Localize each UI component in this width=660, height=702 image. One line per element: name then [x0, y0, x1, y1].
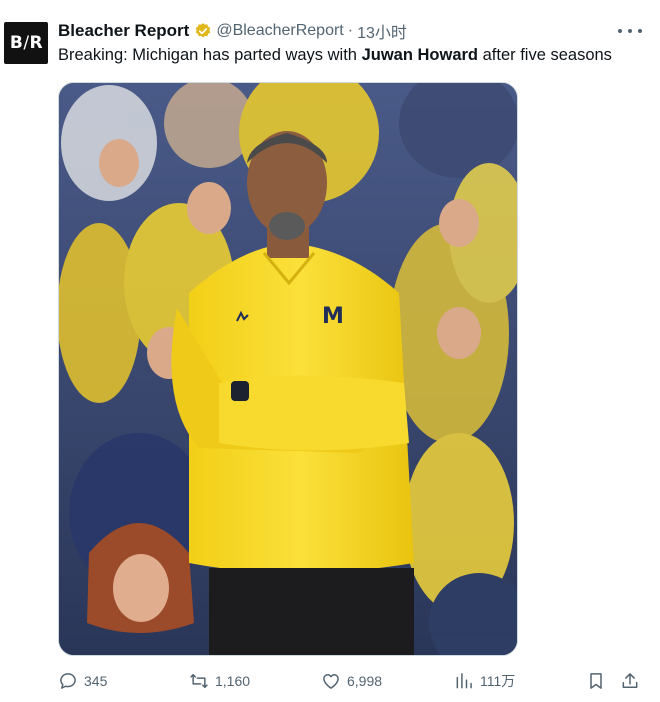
retweet-icon — [190, 674, 208, 688]
share-button[interactable] — [620, 668, 640, 694]
heart-icon — [323, 674, 339, 689]
more-dot — [628, 29, 632, 33]
author-name[interactable]: Bleacher Report — [58, 21, 189, 41]
reply-count: 345 — [84, 673, 108, 689]
separator-dot: · — [347, 22, 354, 39]
retweet-count: 1,160 — [215, 673, 251, 689]
tweet-header: Bleacher Report @BleacherReport · 13小时 — [58, 20, 407, 42]
views-count: 111万 — [480, 673, 516, 689]
reply-button[interactable]: 345 — [58, 668, 107, 694]
share-icon — [622, 673, 638, 688]
coach-photo: M — [59, 83, 517, 655]
reply-icon — [60, 673, 76, 689]
tweet-text-tail: after five seasons — [478, 46, 612, 64]
avatar-letter-r: R — [29, 33, 43, 53]
views-button[interactable]: 111万 — [454, 668, 515, 694]
views-chart-icon — [456, 673, 472, 689]
michigan-m-logo: M — [322, 304, 344, 329]
like-button[interactable]: 6,998 — [321, 668, 382, 694]
more-dot — [618, 29, 622, 33]
avatar-letter-b: B — [9, 33, 23, 53]
more-dot — [638, 29, 642, 33]
avatar[interactable]: B / R — [4, 22, 48, 64]
author-handle[interactable]: @BleacherReport — [216, 22, 343, 40]
tweet-text-name: Juwan Howard — [361, 46, 479, 64]
timestamp[interactable]: 13小时 — [357, 19, 407, 43]
tweet-text-lead: Breaking: Michigan has parted ways with — [58, 46, 362, 64]
avatar-slash: / — [23, 33, 29, 53]
retweet-button[interactable]: 1,160 — [189, 668, 250, 694]
bookmark-icon — [590, 673, 602, 689]
tweet-actions: 345 1,160 6,998 111万 — [58, 668, 648, 694]
verified-badge-icon — [196, 23, 211, 38]
bookmark-button[interactable] — [586, 668, 606, 694]
more-options-icon[interactable] — [618, 22, 642, 40]
tweet-media-photo[interactable]: M — [58, 82, 518, 656]
tweet: B / R Bleacher Report @BleacherReport · 13… — [0, 0, 660, 702]
tweet-text: Breaking: Michigan has parted ways with … — [58, 46, 612, 65]
like-count: 6,998 — [347, 673, 383, 689]
